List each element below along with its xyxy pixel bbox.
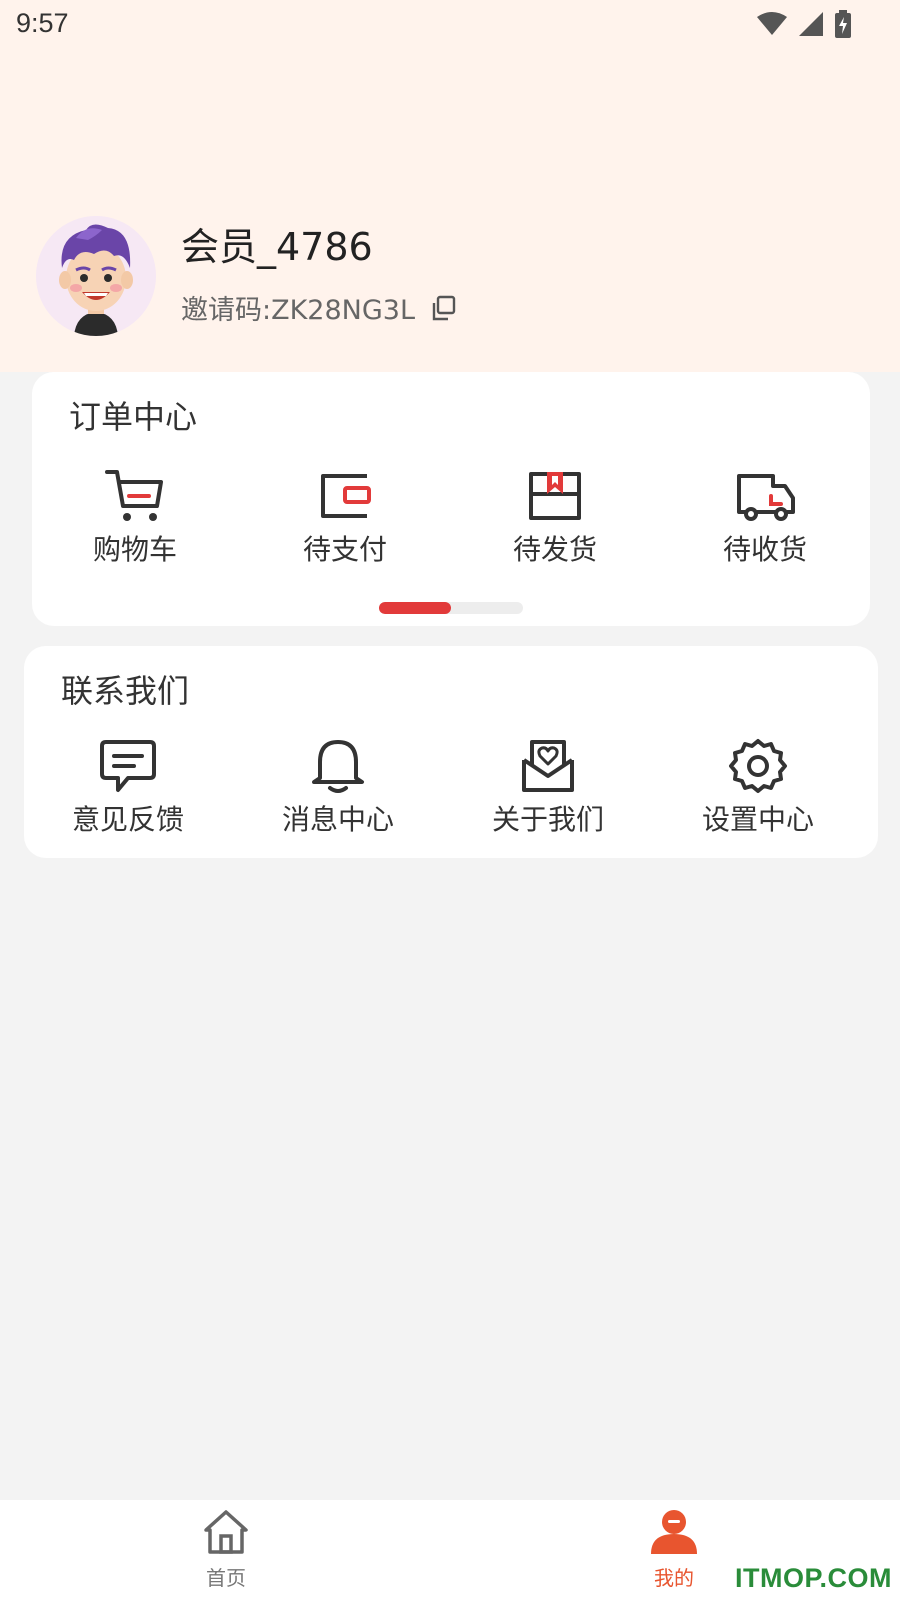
contact-item-label: 设置中心 — [701, 803, 814, 836]
watermark: ITMOP.COM — [734, 1563, 892, 1593]
status-bar: 9:57 — [0, 0, 900, 50]
username: 会员_4786 — [181, 225, 373, 269]
copy-icon[interactable] — [429, 294, 457, 322]
order-item-cart[interactable]: 购物车 — [45, 468, 225, 568]
order-item-label: 待收货 — [722, 533, 807, 566]
order-item-pending-receipt[interactable]: 待收货 — [675, 468, 855, 568]
tab-mine[interactable]: 我的 — [614, 1508, 734, 1591]
order-item-pending-payment[interactable]: 待支付 — [255, 468, 435, 568]
order-item-label: 购物车 — [92, 533, 177, 566]
invite-code: 邀请码:ZK28NG3L — [181, 295, 415, 326]
contact-item-feedback[interactable]: 意见反馈 — [38, 738, 218, 838]
feedback-icon — [100, 740, 156, 792]
contact-item-messages[interactable]: 消息中心 — [248, 738, 428, 838]
contact-us-title: 联系我们 — [61, 672, 190, 710]
user-icon — [651, 1510, 697, 1554]
tab-label: 首页 — [206, 1566, 246, 1590]
heart-mail-icon — [522, 740, 574, 792]
status-time: 9:57 — [16, 8, 69, 38]
box-icon — [529, 472, 581, 520]
cart-icon — [105, 470, 163, 521]
truck-icon — [737, 474, 795, 521]
signal-icon — [798, 11, 824, 41]
bell-icon — [312, 740, 364, 793]
home-icon — [204, 1510, 248, 1554]
wallet-icon — [321, 474, 371, 518]
contact-item-settings[interactable]: 设置中心 — [668, 738, 848, 838]
contact-item-about[interactable]: 关于我们 — [458, 738, 638, 838]
tab-label: 我的 — [654, 1566, 694, 1590]
contact-us-card: 联系我们 意见反馈 消息中心 关于我们 设置中心 — [24, 646, 878, 858]
order-item-label: 待发货 — [512, 533, 597, 566]
tab-home[interactable]: 首页 — [166, 1508, 286, 1591]
page-indicator-active — [379, 602, 451, 614]
order-item-pending-shipment[interactable]: 待发货 — [465, 468, 645, 568]
contact-item-label: 关于我们 — [491, 803, 604, 836]
status-icons — [756, 10, 852, 42]
order-center-title: 订单中心 — [69, 398, 198, 436]
contact-item-label: 意见反馈 — [71, 803, 184, 836]
wifi-icon — [756, 11, 788, 41]
order-item-label: 待支付 — [302, 533, 387, 566]
battery-charging-icon — [834, 10, 852, 42]
page-indicator — [379, 602, 523, 614]
contact-item-label: 消息中心 — [281, 803, 394, 836]
gear-icon — [729, 739, 787, 793]
invite-code-row: 邀请码:ZK28NG3L — [181, 288, 457, 327]
order-center-card: 订单中心 购物车 待支付 待发货 待收货 — [32, 372, 870, 626]
bottom-tab-bar: 首页 我的 ITMOP.COM — [0, 1500, 900, 1600]
avatar[interactable] — [36, 216, 156, 336]
